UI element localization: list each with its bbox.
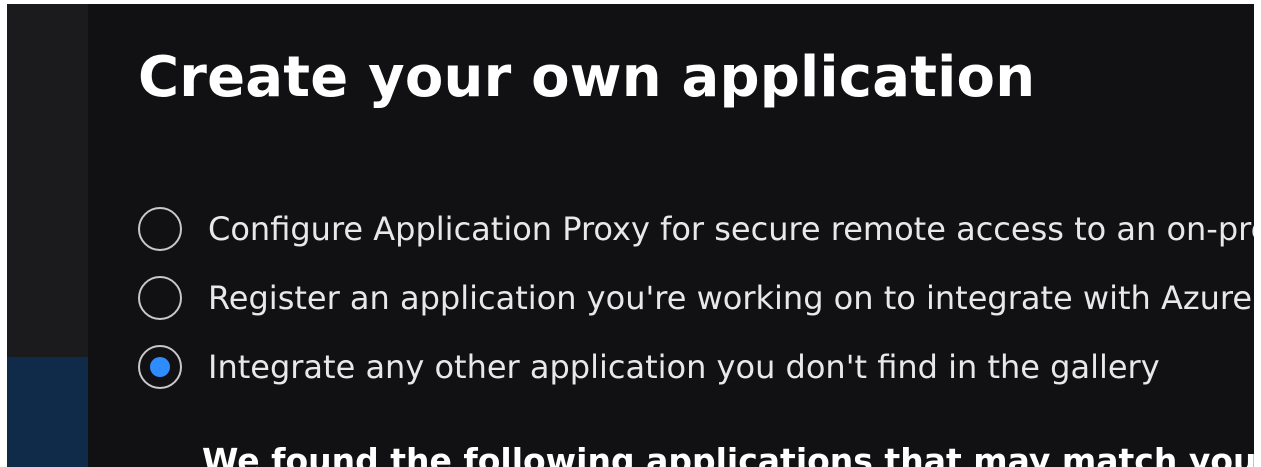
create-application-panel: Create your own application Configure Ap… <box>88 4 1254 467</box>
radio-unselected-icon[interactable] <box>138 275 182 320</box>
panel-title: Create your own application <box>138 45 1036 110</box>
option-application-proxy[interactable]: Configure Application Proxy for secure r… <box>138 194 1254 263</box>
application-type-radio-group: Configure Application Proxy for secure r… <box>138 194 1254 401</box>
radio-unselected-icon[interactable] <box>138 206 182 251</box>
option-integrate-other-application[interactable]: Integrate any other application you don'… <box>138 332 1254 401</box>
backdrop-accent-region <box>7 357 91 467</box>
radio-selected-icon[interactable] <box>138 344 182 389</box>
matching-applications-heading: We found the following applications that… <box>202 441 1254 467</box>
option-label: Configure Application Proxy for secure r… <box>208 209 1254 248</box>
option-label: Integrate any other application you don'… <box>208 347 1160 386</box>
option-register-application[interactable]: Register an application you're working o… <box>138 263 1254 332</box>
option-label: Register an application you're working o… <box>208 278 1254 317</box>
radio-dot-icon <box>150 356 170 377</box>
screen: Create your own application Configure Ap… <box>0 0 1261 467</box>
